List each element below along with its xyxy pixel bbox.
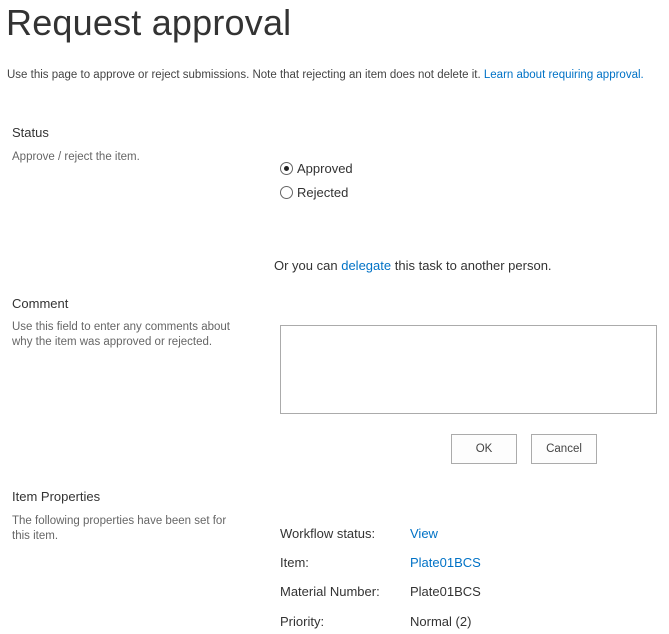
material-number-label: Material Number: bbox=[280, 584, 380, 599]
approved-option[interactable]: Approved bbox=[280, 161, 353, 176]
page-title: Request approval bbox=[6, 2, 292, 43]
item-properties-description: The following properties have been set f… bbox=[12, 515, 227, 542]
status-section-title: Status bbox=[12, 125, 49, 140]
page-intro: Use this page to approve or reject submi… bbox=[7, 69, 644, 81]
rejected-radio[interactable] bbox=[280, 186, 293, 199]
approved-label: Approved bbox=[297, 161, 353, 176]
approved-radio[interactable] bbox=[280, 162, 293, 175]
delegate-link[interactable]: delegate bbox=[341, 258, 391, 273]
material-number-value: Plate01BCS bbox=[410, 584, 481, 599]
comment-textarea[interactable] bbox=[280, 325, 657, 414]
workflow-status-label: Workflow status: bbox=[280, 526, 376, 541]
rejected-label: Rejected bbox=[297, 185, 349, 200]
rejected-option[interactable]: Rejected bbox=[280, 185, 348, 200]
status-section-description: Approve / reject the item. bbox=[12, 151, 140, 163]
comment-section-description: Use this field to enter any comments abo… bbox=[12, 321, 230, 348]
item-value-link[interactable]: Plate01BCS bbox=[410, 555, 481, 570]
delegate-suffix: this task to another person. bbox=[394, 258, 552, 273]
delegate-prefix: Or you can bbox=[274, 258, 338, 273]
priority-value: Normal (2) bbox=[410, 614, 472, 629]
intro-text: Use this page to approve or reject submi… bbox=[7, 69, 481, 81]
workflow-status-view-link[interactable]: View bbox=[410, 526, 438, 541]
comment-section-title: Comment bbox=[12, 296, 69, 311]
learn-approval-link[interactable]: Learn about requiring approval. bbox=[484, 69, 644, 81]
priority-label: Priority: bbox=[280, 614, 325, 629]
item-label: Item: bbox=[280, 555, 309, 570]
cancel-button[interactable]: Cancel bbox=[531, 434, 597, 464]
item-properties-title: Item Properties bbox=[12, 489, 101, 504]
delegate-line: Or you can delegate this task to another… bbox=[274, 258, 552, 273]
ok-button[interactable]: OK bbox=[451, 434, 517, 464]
